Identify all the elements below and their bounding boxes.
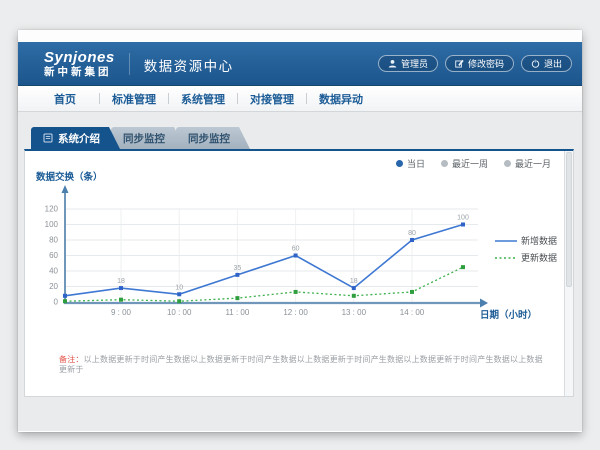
nav-divider: [237, 93, 238, 104]
time-filter-option-2[interactable]: 最近一月: [504, 157, 551, 170]
header-button-label: 管理员: [401, 57, 428, 70]
nav-divider: [168, 93, 169, 104]
content-panel: 当日 最近一周 最近一月 0 20 40 60 80 100 120 数据交换（条） 日期（小时） 9…: [24, 149, 574, 397]
window-top-strip: [18, 30, 582, 42]
header-button-change-password[interactable]: 修改密码: [445, 55, 514, 72]
svg-text:新增数据: 新增数据: [521, 235, 557, 246]
svg-text:10: 10: [175, 284, 183, 291]
svg-text:10 : 00: 10 : 00: [167, 308, 192, 317]
svg-text:100: 100: [457, 215, 469, 222]
logout-icon: [531, 59, 540, 68]
page-title: 数据资源中心: [144, 55, 234, 75]
nav-item-0[interactable]: 首页: [34, 91, 96, 107]
content-area: 系统介绍 同步监控 同步监控 当日 最近一周 最近一月 0 20 40 60 80 100 120 数…: [18, 112, 582, 431]
header-divider: [129, 53, 130, 75]
nav-divider: [306, 93, 307, 104]
time-filter-option-0[interactable]: 当日: [396, 157, 425, 170]
svg-text:35: 35: [234, 265, 242, 272]
panel-scrollbar[interactable]: [564, 151, 573, 396]
svg-text:120: 120: [45, 205, 59, 214]
tab-1[interactable]: 同步监控: [111, 127, 185, 149]
time-filter: 当日 最近一周 最近一月: [396, 157, 551, 170]
nav-item-1[interactable]: 标准管理: [103, 91, 165, 107]
svg-text:60: 60: [292, 246, 300, 253]
logo-text-en: Synjones: [44, 50, 115, 65]
app-window: Synjones 新中新集团 数据资源中心 管理员修改密码退出 首页标准管理系统…: [18, 30, 582, 432]
nav-item-4[interactable]: 数据异动: [310, 91, 372, 107]
tab-label: 同步监控: [188, 131, 230, 146]
svg-text:100: 100: [45, 220, 59, 229]
footnote-text: 以上数据更新于时间产生数据以上数据更新于时间产生数据以上数据更新于时间产生数据以…: [59, 355, 543, 374]
svg-text:60: 60: [49, 251, 58, 260]
app-header: Synjones 新中新集团 数据资源中心 管理员 修改密码 退出: [18, 42, 582, 86]
nav-divider: [99, 93, 100, 104]
svg-text:更新数据: 更新数据: [521, 252, 557, 263]
radio-icon: [504, 160, 511, 167]
header-button-label: 退出: [544, 57, 562, 70]
header-button-label: 修改密码: [468, 57, 504, 70]
user-icon: [388, 59, 397, 68]
nav-item-3[interactable]: 对接管理: [241, 91, 303, 107]
svg-text:18: 18: [350, 278, 358, 285]
chart-svg: 0 20 40 60 80 100 120 数据交换（条） 日期（小时） 9 : 00 10 : 0…: [28, 168, 562, 323]
time-filter-label: 最近一月: [515, 157, 551, 170]
tab-0-active[interactable]: 系统介绍: [31, 127, 120, 149]
time-filter-label: 当日: [407, 157, 425, 170]
svg-text:12 : 00: 12 : 00: [283, 308, 308, 317]
scrollbar-thumb[interactable]: [566, 152, 572, 287]
doc-icon: [43, 133, 53, 143]
header-button-logout[interactable]: 退出: [521, 55, 572, 72]
svg-text:0: 0: [54, 298, 59, 307]
radio-icon: [441, 160, 448, 167]
svg-text:80: 80: [49, 236, 58, 245]
nav-item-2[interactable]: 系统管理: [172, 91, 234, 107]
svg-text:14 : 00: 14 : 00: [400, 308, 425, 317]
tab-label: 系统介绍: [58, 131, 100, 146]
svg-text:20: 20: [49, 282, 58, 291]
svg-text:9 : 00: 9 : 00: [111, 308, 132, 317]
main-nav: 首页标准管理系统管理对接管理数据异动: [18, 86, 582, 112]
time-filter-label: 最近一周: [452, 157, 488, 170]
footnote: 备注：以上数据更新于时间产生数据以上数据更新于时间产生数据以上数据更新于时间产生…: [59, 355, 545, 375]
svg-text:40: 40: [49, 267, 58, 276]
footnote-label: 备注：: [59, 355, 84, 364]
svg-text:80: 80: [408, 230, 416, 237]
time-filter-option-1[interactable]: 最近一周: [441, 157, 488, 170]
svg-text:13 : 00: 13 : 00: [342, 308, 367, 317]
edit-icon: [455, 59, 464, 68]
svg-text:18: 18: [117, 278, 125, 285]
header-actions: 管理员 修改密码 退出: [378, 55, 572, 72]
svg-text:日期（小时）: 日期（小时）: [480, 309, 537, 321]
tab-label: 同步监控: [123, 131, 165, 146]
tab-bar: 系统介绍 同步监控 同步监控: [31, 127, 241, 149]
svg-text:数据交换（条）: 数据交换（条）: [35, 171, 103, 183]
svg-text:11 : 00: 11 : 00: [225, 308, 249, 317]
radio-selected-icon: [396, 160, 403, 167]
brand-logo: Synjones 新中新集团: [44, 50, 115, 78]
tab-2[interactable]: 同步监控: [176, 127, 250, 149]
header-button-admin[interactable]: 管理员: [378, 55, 438, 72]
logo-text-cn: 新中新集团: [44, 67, 115, 78]
